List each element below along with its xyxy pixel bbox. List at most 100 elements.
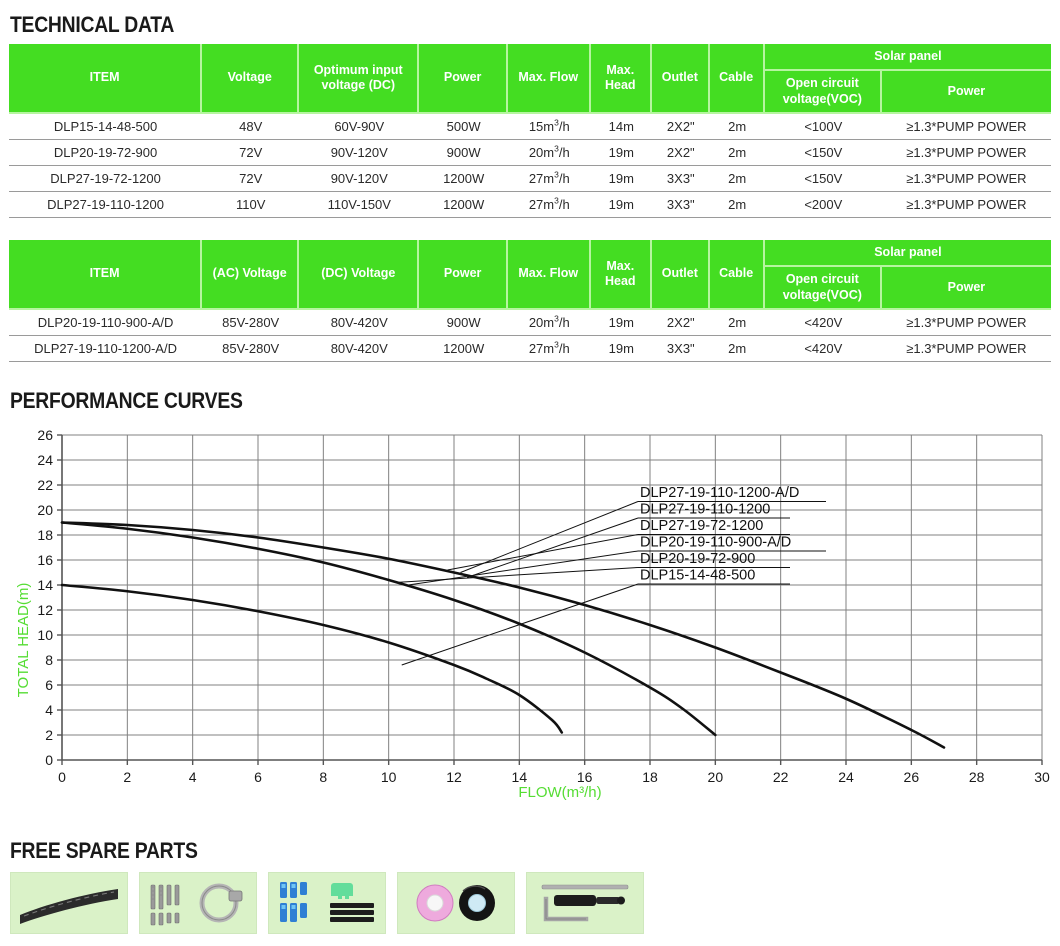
col-header-open-circuit-voltage: Open circuit voltage(VOC) [764, 71, 882, 114]
cell-power: 900W [419, 310, 509, 336]
col-header-solar-power: Power [881, 71, 1051, 114]
cell-voltage: 72V [202, 166, 300, 192]
cell-dc-voltage: 80V-420V [299, 336, 420, 362]
svg-text:6: 6 [45, 677, 53, 693]
cell-outlet: 2X2" [652, 310, 710, 336]
cell-ac-voltage: 85V-280V [202, 310, 300, 336]
technical-data-table-acdc-container: ITEM (AC) Voltage (DC) Voltage Power Max… [0, 240, 1051, 362]
svg-text:26: 26 [904, 769, 920, 785]
spare-part-tape-rolls [397, 872, 515, 934]
cell-max-flow: 20m3/h [508, 310, 591, 336]
legend-label: DLP15-14-48-500 [640, 568, 755, 584]
cell-outlet: 2X2" [652, 140, 710, 166]
spare-part-connectors-and-fins [268, 872, 386, 934]
chart-y-axis-label: TOTAL HEAD(m) [15, 583, 32, 698]
svg-text:22: 22 [773, 769, 789, 785]
cell-voltage: 48V [202, 114, 300, 140]
svg-text:18: 18 [642, 769, 658, 785]
svg-text:30: 30 [1034, 769, 1050, 785]
legend-label: DLP20-19-72-900 [640, 551, 755, 567]
cell-open-circuit-voltage: <420V [764, 336, 882, 362]
col-header-max-flow: Max. Flow [508, 240, 591, 310]
col-header-outlet: Outlet [652, 240, 710, 310]
connectors-and-fins-icon [280, 882, 374, 922]
svg-text:10: 10 [381, 769, 397, 785]
col-header-cable: Cable [709, 44, 765, 114]
chart-gridlines [62, 434, 1043, 760]
cell-max-head: 19m [590, 166, 653, 192]
cell-max-flow: 20m3/h [508, 140, 591, 166]
cell-cable: 2m [709, 140, 765, 166]
cell-dc-voltage: 80V-420V [299, 310, 420, 336]
spare-part-screws-and-clamp [139, 872, 257, 934]
col-header-max-head: Max. Head [590, 44, 653, 114]
technical-data-table-dc-container: ITEM Voltage Optimum input voltage (DC) … [0, 44, 1051, 218]
table-dc-body: DLP15-14-48-500 48V 60V-90V 500W 15m3/h … [9, 114, 1051, 218]
cell-cable: 2m [709, 336, 765, 362]
cell-voltage: 72V [202, 140, 300, 166]
col-header-max-flow: Max. Flow [508, 44, 591, 114]
chart-tick-labels: 024681012141618202224260 2 4 6 8 10 12 14 16 18 20… [37, 427, 1050, 785]
cell-solar-power: ≥1.3*PUMP POWER [881, 114, 1051, 140]
svg-text:10: 10 [37, 627, 53, 643]
svg-text:16: 16 [577, 769, 593, 785]
svg-text:12: 12 [446, 769, 462, 785]
svg-text:2: 2 [123, 769, 131, 785]
col-header-item: ITEM [9, 44, 203, 114]
screws-and-clamp-icon [150, 883, 243, 926]
col-header-voltage: Voltage [202, 44, 300, 114]
cell-solar-power: ≥1.3*PUMP POWER [881, 140, 1051, 166]
cell-max-flow: 15m3/h [508, 114, 591, 140]
table-row: DLP27-19-110-1200 110V 110V-150V 1200W 2… [9, 192, 1051, 218]
cell-solar-power: ≥1.3*PUMP POWER [881, 192, 1051, 218]
cell-max-flow: 27m3/h [508, 336, 591, 362]
cell-open-circuit-voltage: <150V [764, 166, 882, 192]
svg-text:28: 28 [969, 769, 985, 785]
cell-item: DLP27-19-110-1200-A/D [9, 336, 203, 362]
cell-max-flow: 27m3/h [508, 166, 591, 192]
col-header-max-head: Max. Head [590, 240, 653, 310]
svg-text:8: 8 [319, 769, 327, 785]
cell-max-head: 19m [590, 310, 653, 336]
col-header-solar-panel: Solar panel [764, 240, 1051, 268]
cell-optimum-input-voltage: 90V-120V [299, 166, 420, 192]
svg-text:0: 0 [58, 769, 66, 785]
svg-text:8: 8 [45, 652, 53, 668]
col-header-item: ITEM [9, 240, 203, 310]
cell-solar-power: ≥1.3*PUMP POWER [881, 336, 1051, 362]
specs-table-dc: ITEM Voltage Optimum input voltage (DC) … [9, 44, 1051, 218]
chart-leader-lines [395, 501, 639, 666]
cell-cable: 2m [709, 114, 765, 140]
svg-text:6: 6 [254, 769, 262, 785]
col-header-optimum-input-voltage: Optimum input voltage (DC) [299, 44, 420, 114]
table-row: DLP27-19-72-1200 72V 90V-120V 1200W 27m3… [9, 166, 1051, 192]
cell-open-circuit-voltage: <420V [764, 310, 882, 336]
cell-ac-voltage: 85V-280V [202, 336, 300, 362]
cell-power: 1200W [419, 192, 509, 218]
spare-part-screwdriver-and-hex-key [526, 872, 644, 934]
svg-text:24: 24 [37, 452, 53, 468]
cell-power: 1200W [419, 336, 509, 362]
performance-curves-title: PERFORMANCE CURVES [10, 388, 243, 413]
table-acdc-body: DLP20-19-110-900-A/D 85V-280V 80V-420V 9… [9, 310, 1051, 362]
col-header-solar-panel: Solar panel [764, 44, 1051, 72]
cell-outlet: 3X3" [652, 336, 710, 362]
col-header-dc-voltage: (DC) Voltage [299, 240, 420, 310]
performance-curves-svg: 024681012141618202224260 2 4 6 8 10 12 14 16 18 20… [15, 427, 1050, 801]
svg-text:2: 2 [45, 727, 53, 743]
spare-part-hose-pipe [10, 872, 128, 934]
cell-open-circuit-voltage: <200V [764, 192, 882, 218]
technical-data-heading: TECHNICAL DATA [10, 12, 196, 38]
cell-power: 900W [419, 140, 509, 166]
cell-outlet: 2X2" [652, 114, 710, 140]
cell-power: 500W [419, 114, 509, 140]
cell-optimum-input-voltage: 110V-150V [299, 192, 420, 218]
table-row: DLP15-14-48-500 48V 60V-90V 500W 15m3/h … [9, 114, 1051, 140]
legend-label: DLP20-19-110-900-A/D [640, 535, 791, 551]
technical-data-title: TECHNICAL DATA [10, 12, 175, 37]
specs-table-acdc: ITEM (AC) Voltage (DC) Voltage Power Max… [9, 240, 1051, 362]
cell-solar-power: ≥1.3*PUMP POWER [881, 310, 1051, 336]
tape-rolls-icon [416, 884, 495, 922]
cell-item: DLP20-19-72-900 [9, 140, 203, 166]
cell-cable: 2m [709, 166, 765, 192]
